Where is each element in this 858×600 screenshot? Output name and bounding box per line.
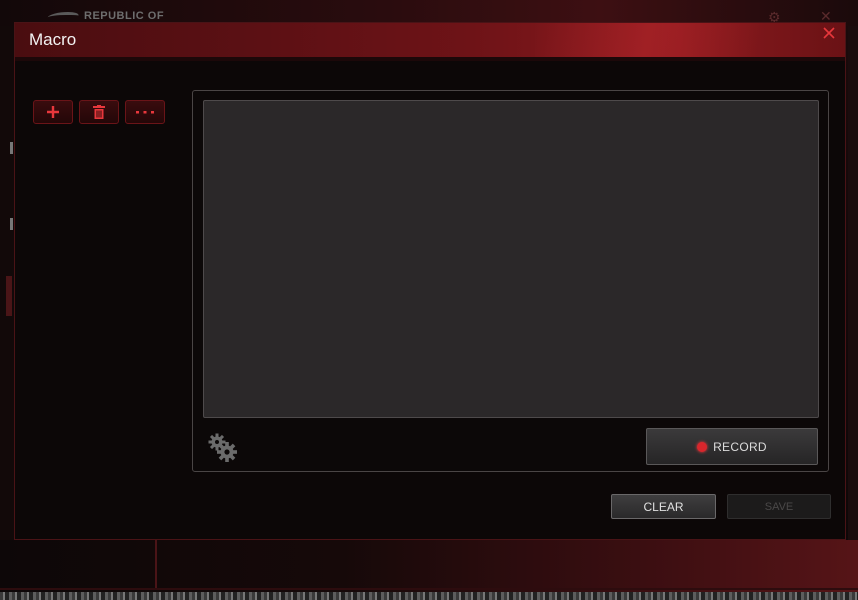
rog-eye-logo-icon: [45, 11, 81, 21]
dialog-header: Macro: [15, 23, 845, 57]
macro-event-list[interactable]: [203, 100, 819, 418]
ellipsis-icon: [136, 111, 154, 114]
dialog-title: Macro: [29, 30, 77, 49]
background-sidebar-mark: [10, 218, 13, 230]
app-window: REPUBLIC OF ⚙ ✕ Macro RECORD CLEAR SAVE: [0, 0, 858, 600]
background-footer-divider: [155, 540, 157, 590]
close-icon: [823, 27, 835, 39]
record-dot-icon: [697, 441, 708, 452]
dialog-close-icon[interactable]: [821, 27, 837, 43]
plus-icon: [47, 106, 59, 118]
header-bevel: [15, 57, 845, 61]
macro-settings-icon[interactable]: [207, 432, 239, 462]
clear-button[interactable]: CLEAR: [611, 494, 716, 519]
trash-icon: [93, 105, 105, 119]
background-sidebar: [0, 26, 14, 600]
brand-text: REPUBLIC OF: [84, 10, 165, 22]
more-options-button[interactable]: [125, 100, 165, 124]
background-sidebar-highlight: [6, 276, 12, 316]
background-footer: [0, 540, 858, 600]
macro-dialog: Macro RECORD CLEAR SAVE: [14, 22, 846, 540]
record-label: RECORD: [713, 439, 767, 454]
background-desktop-strip: [0, 592, 858, 600]
background-right-edge: [848, 26, 858, 546]
header-shine: [535, 23, 815, 57]
add-macro-button[interactable]: [33, 100, 73, 124]
background-footer-line: [0, 588, 858, 590]
brand-logo: REPUBLIC OF: [45, 9, 165, 23]
gears-icon: [208, 433, 237, 462]
background-close-icon[interactable]: ✕: [820, 9, 834, 23]
save-button[interactable]: SAVE: [727, 494, 831, 519]
record-button[interactable]: RECORD: [646, 428, 818, 465]
macro-editor-panel: RECORD: [192, 90, 829, 472]
delete-macro-button[interactable]: [79, 100, 119, 124]
background-sidebar-mark: [10, 142, 13, 154]
